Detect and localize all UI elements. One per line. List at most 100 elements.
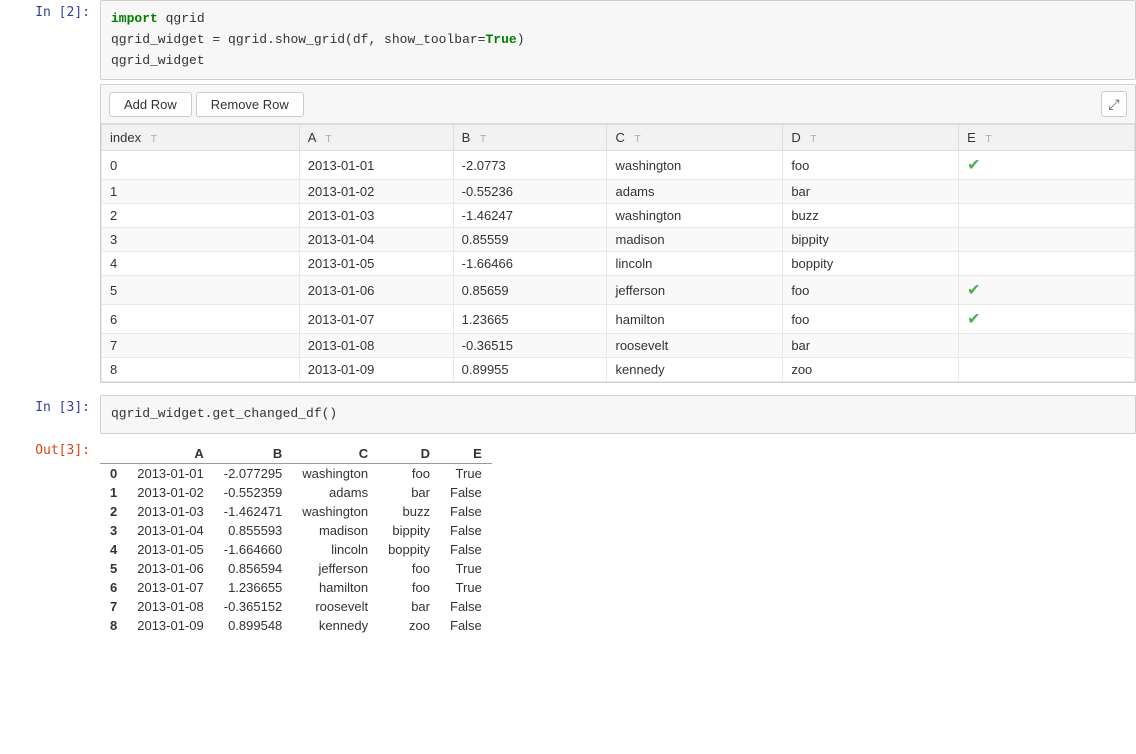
table-row[interactable]: 02013-01-01-2.0773washingtonfoo✔: [102, 151, 1135, 180]
code-area-in3: qgrid_widget.get_changed_df(): [100, 395, 1136, 434]
output-col-header-D: D: [378, 444, 440, 464]
output-cell-E: False: [440, 597, 492, 616]
cell-index: 1: [102, 180, 300, 204]
cell-A: 2013-01-07: [299, 305, 453, 334]
filter-icon-D[interactable]: T: [810, 134, 816, 145]
output-cell-E: True: [440, 464, 492, 484]
col-header-B[interactable]: B T: [453, 125, 607, 151]
output-table-row: 02013-01-01-2.077295washingtonfooTrue: [100, 464, 492, 484]
cell-D: zoo: [783, 358, 959, 382]
output-table-row: 72013-01-08-0.365152rooseveltbarFalse: [100, 597, 492, 616]
table-row[interactable]: 82013-01-090.89955kennedyzoo: [102, 358, 1135, 382]
cell-C: washington: [607, 151, 783, 180]
cell-D: foo: [783, 305, 959, 334]
col-header-A[interactable]: A T: [299, 125, 453, 151]
output-cell-B: -0.365152: [214, 597, 293, 616]
output-cell-B: 0.899548: [214, 616, 293, 635]
cell-A: 2013-01-03: [299, 204, 453, 228]
cell-index: 0: [102, 151, 300, 180]
output-body: 02013-01-01-2.077295washingtonfooTrue1 20…: [100, 464, 492, 636]
output-cell-B: -2.077295: [214, 464, 293, 484]
output-cell-B: 0.855593: [214, 521, 293, 540]
col-header-D[interactable]: D T: [783, 125, 959, 151]
cell-E: [959, 180, 1135, 204]
table-row[interactable]: 32013-01-040.85559madisonbippity: [102, 228, 1135, 252]
output-col-header-A: A: [127, 444, 214, 464]
cell-E: [959, 204, 1135, 228]
cell-B: 1.23665: [453, 305, 607, 334]
grid-toolbar: Add Row Remove Row ⤢: [101, 85, 1135, 124]
notebook: In [2]: import qgrid qgrid_widget = qgri…: [0, 0, 1136, 639]
cell-A: 2013-01-06: [299, 276, 453, 305]
grid-body: 02013-01-01-2.0773washingtonfoo✔12013-01…: [102, 151, 1135, 382]
table-row[interactable]: 72013-01-08-0.36515rooseveltbar: [102, 334, 1135, 358]
grid-header-row: index T A T B T C T D T: [102, 125, 1135, 151]
output-cell-idx: 3: [100, 521, 127, 540]
filter-icon-index[interactable]: T: [151, 134, 157, 145]
col-header-E[interactable]: E T: [959, 125, 1135, 151]
cell-D: bar: [783, 334, 959, 358]
table-row[interactable]: 42013-01-05-1.66466lincolnboppity: [102, 252, 1135, 276]
cell-C: washington: [607, 204, 783, 228]
output-cell-B: 1.236655: [214, 578, 293, 597]
filter-icon-E[interactable]: T: [985, 134, 991, 145]
cell-B: -1.66466: [453, 252, 607, 276]
cell-C: madison: [607, 228, 783, 252]
output-cell-idx: 7: [100, 597, 127, 616]
output-cell-A: 2013-01-05: [127, 540, 214, 559]
output-cell-C: lincoln: [292, 540, 378, 559]
prompt-in2: In [2]:: [0, 0, 100, 20]
output-cell-A: 2013-01-06: [127, 559, 214, 578]
cell-in2: In [2]: import qgrid qgrid_widget = qgri…: [0, 0, 1136, 80]
output-col-header-idx: [100, 444, 127, 464]
checkmark-icon: ✔: [967, 311, 980, 328]
table-row[interactable]: 12013-01-02-0.55236adamsbar: [102, 180, 1135, 204]
output-cell-idx: 6: [100, 578, 127, 597]
cell-index: 7: [102, 334, 300, 358]
cell-D: foo: [783, 276, 959, 305]
cell-out3: Out[3]: ABCDE 02013-01-01-2.077295washin…: [0, 438, 1136, 639]
table-row[interactable]: 22013-01-03-1.46247washingtonbuzz: [102, 204, 1135, 228]
output-col-header-C: C: [292, 444, 378, 464]
output-cell-D: zoo: [378, 616, 440, 635]
table-row[interactable]: 52013-01-060.85659jeffersonfoo✔: [102, 276, 1135, 305]
output-cell-B: -1.664660: [214, 540, 293, 559]
cell-D: bippity: [783, 228, 959, 252]
grid-scroll-area[interactable]: index T A T B T C T D T: [101, 124, 1135, 382]
output-table-row: 62013-01-071.236655hamiltonfooTrue: [100, 578, 492, 597]
col-header-index[interactable]: index T: [102, 125, 300, 151]
cell-C: kennedy: [607, 358, 783, 382]
filter-icon-C[interactable]: T: [634, 134, 640, 145]
output-cell-D: foo: [378, 559, 440, 578]
output-cell-E: False: [440, 616, 492, 635]
cell-B: -0.55236: [453, 180, 607, 204]
output-cell-C: kennedy: [292, 616, 378, 635]
cell-E: ✔: [959, 151, 1135, 180]
add-row-button[interactable]: Add Row: [109, 92, 192, 117]
expand-button[interactable]: ⤢: [1101, 91, 1127, 117]
output-table-row: 32013-01-040.855593madisonbippityFalse: [100, 521, 492, 540]
output-cell-A: 2013-01-09: [127, 616, 214, 635]
filter-icon-A[interactable]: T: [325, 134, 331, 145]
output-cell-D: foo: [378, 464, 440, 484]
output-col-header-B: B: [214, 444, 293, 464]
col-header-C[interactable]: C T: [607, 125, 783, 151]
filter-icon-B[interactable]: T: [480, 134, 486, 145]
table-row[interactable]: 62013-01-071.23665hamiltonfoo✔: [102, 305, 1135, 334]
cell-A: 2013-01-02: [299, 180, 453, 204]
cell-E: ✔: [959, 276, 1135, 305]
remove-row-button[interactable]: Remove Row: [196, 92, 304, 117]
cell-B: 0.85559: [453, 228, 607, 252]
code-keyword-import: import: [111, 11, 158, 26]
output-cell-E: False: [440, 540, 492, 559]
output-cell-idx: 1: [100, 483, 127, 502]
cell-E: [959, 334, 1135, 358]
cell-index: 3: [102, 228, 300, 252]
cell-A: 2013-01-08: [299, 334, 453, 358]
output-area: ABCDE 02013-01-01-2.077295washingtonfooT…: [100, 440, 492, 639]
qgrid-widget: Add Row Remove Row ⤢ index T A T: [100, 84, 1136, 383]
output-cell-E: True: [440, 559, 492, 578]
cell-A: 2013-01-09: [299, 358, 453, 382]
output-cell-idx: 8: [100, 616, 127, 635]
cell-B: -0.36515: [453, 334, 607, 358]
